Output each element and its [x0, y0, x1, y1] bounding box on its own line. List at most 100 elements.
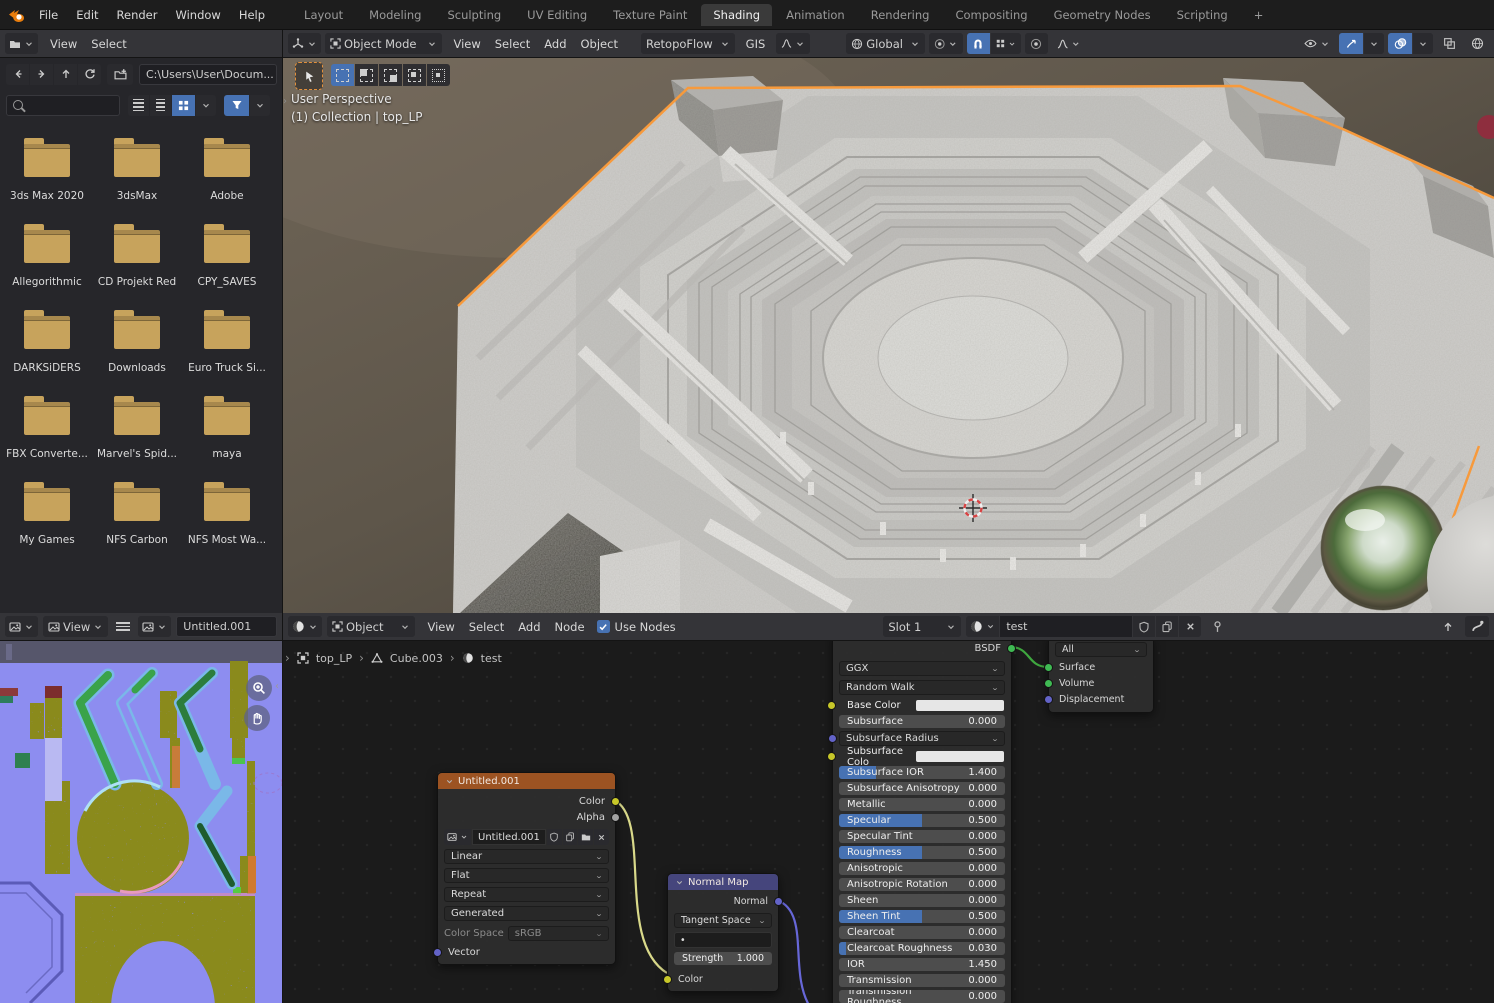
xray-toggle-button[interactable] [1437, 33, 1461, 54]
image-setting-dropdown[interactable]: Linear⌄ [444, 849, 609, 864]
bsdf-socket-base-color[interactable] [827, 701, 836, 710]
shader-type-dropdown[interactable]: Object [327, 616, 415, 637]
shader-menu-item[interactable]: Add [511, 618, 547, 636]
image-editor-canvas[interactable]: ‹ [0, 641, 282, 1003]
bsdf-row-sheen-tint[interactable]: Sheen Tint0.500 [839, 910, 1005, 923]
retopoflow-dropdown[interactable]: RetopoFlow [641, 33, 735, 54]
bsdf-row-transmission-roughness[interactable]: Transmission Roughness0.000 [839, 990, 1005, 1003]
socket-bsdf-out[interactable] [1007, 644, 1016, 653]
color-swatch[interactable] [916, 700, 1004, 711]
color-space-dropdown[interactable]: sRGB⌄ [508, 926, 609, 941]
folder-item[interactable]: maya [183, 394, 271, 460]
bsdf-row-subsurface-radius[interactable]: Subsurface Radius⌄ [839, 731, 1005, 746]
image-menu-hamburger[interactable] [113, 620, 133, 633]
filebrowser-editor-type-button[interactable] [5, 33, 38, 54]
show-gizmo-button[interactable] [1339, 33, 1363, 54]
shader-menu-item[interactable]: Node [548, 618, 592, 636]
panel-collapse-arrow[interactable]: ‹ [275, 681, 279, 692]
shader-editor-type-button[interactable] [288, 616, 322, 637]
zoom-button[interactable] [246, 675, 272, 701]
workspace-tab[interactable]: UV Editing [515, 4, 599, 26]
viewport-editor-type-button[interactable] [288, 33, 321, 54]
workspace-tab[interactable]: + [1242, 4, 1276, 26]
object-visibility-dropdown[interactable] [1299, 33, 1335, 54]
new-material-copy-button[interactable] [1156, 616, 1178, 637]
snap-settings-dropdown[interactable] [991, 33, 1021, 54]
folder-item[interactable]: 3dsMax [93, 136, 181, 202]
bsdf-row-anisotropic-rotation[interactable]: Anisotropic Rotation0.000 [839, 878, 1005, 891]
bsdf-row-subsurface-anisotropy[interactable]: Subsurface Anisotropy0.000 [839, 782, 1005, 795]
socket-vector-in[interactable] [433, 948, 442, 957]
bsdf-row-random-walk[interactable]: Random Walk⌄ [839, 680, 1005, 695]
image-setting-dropdown[interactable]: Repeat⌄ [444, 887, 609, 902]
show-overlays-button[interactable] [1388, 33, 1412, 54]
workspace-tab[interactable]: Scripting [1165, 4, 1240, 26]
workspace-tab[interactable]: Layout [292, 4, 355, 26]
workspace-tab[interactable]: Texture Paint [601, 4, 699, 26]
image-fake-user-button[interactable] [547, 829, 562, 845]
image-name-field[interactable]: Untitled.001 [176, 616, 277, 637]
output-target-dropdown[interactable]: All⌄ [1055, 642, 1147, 657]
bsdf-row-base-color[interactable]: Base Color [839, 699, 1005, 712]
select-mode-extend-button[interactable] [355, 64, 378, 86]
use-nodes-toggle[interactable]: Use Nodes [597, 620, 676, 634]
folder-item[interactable]: Euro Truck Si... [183, 308, 271, 374]
snap-toggle-button[interactable] [967, 33, 990, 54]
unlink-material-button[interactable] [1179, 616, 1201, 637]
node-normal-header[interactable]: Normal Map [668, 874, 778, 890]
filebrowser-menu-item[interactable]: View [43, 35, 84, 53]
browse-material-button[interactable] [966, 616, 999, 637]
workspace-tab[interactable]: Modeling [357, 4, 433, 26]
select-mode-invert-button[interactable] [403, 64, 426, 86]
viewport-menu-item[interactable]: Select [488, 35, 537, 53]
image-selector-button[interactable] [138, 616, 171, 637]
viewport-menu-item[interactable]: Add [537, 35, 573, 53]
bsdf-row-anisotropic[interactable]: Anisotropic0.000 [839, 862, 1005, 875]
bsdf-row-ior[interactable]: IOR1.450 [839, 958, 1005, 971]
workspace-tab[interactable]: Sculpting [435, 4, 513, 26]
topbar-menu-item[interactable]: Render [108, 5, 167, 25]
folder-item[interactable]: Adobe [183, 136, 271, 202]
bsdf-row-specular[interactable]: Specular0.500 [839, 814, 1005, 827]
topbar-menu-item[interactable]: Window [166, 5, 229, 25]
create-directory-button[interactable] [107, 64, 133, 85]
overlays-dropdown[interactable] [1413, 33, 1433, 54]
image-editor-type-button[interactable] [5, 616, 38, 637]
topbar-menu-item[interactable]: Edit [67, 5, 107, 25]
display-thumbnails-button[interactable] [172, 95, 195, 116]
bsdf-socket-subsurface-radius[interactable] [828, 734, 837, 743]
normal-space-dropdown[interactable]: Tangent Space⌄ [674, 913, 772, 928]
display-vertical-list-button[interactable] [128, 95, 149, 116]
mode-dropdown[interactable]: Object Mode [325, 33, 442, 54]
socket-color-out[interactable] [611, 797, 620, 806]
shader-menu-item[interactable]: Select [462, 618, 511, 636]
gizmo-dropdown[interactable] [1364, 33, 1384, 54]
workspace-tab[interactable]: Shading [701, 4, 772, 26]
gis-menu[interactable]: GIS [739, 35, 773, 53]
nav-back-button[interactable] [6, 64, 29, 85]
breadcrumb-object[interactable]: top_LP [316, 652, 352, 665]
proportional-editing-button[interactable] [1025, 33, 1048, 54]
select-mode-new-button[interactable] [331, 64, 354, 86]
folder-item[interactable]: CPY_SAVES [183, 222, 271, 288]
folder-item[interactable]: NFS Most Wa... [183, 480, 271, 546]
workspace-tab[interactable]: Rendering [859, 4, 942, 26]
uv-map-field[interactable]: • [674, 932, 772, 948]
image-mode-dropdown[interactable]: View [43, 616, 108, 637]
curve-tool-dropdown[interactable] [776, 33, 810, 54]
socket-color-in[interactable] [663, 975, 672, 984]
bsdf-row-subsurface[interactable]: Subsurface0.000 [839, 715, 1005, 728]
material-name-field[interactable]: test [1000, 616, 1132, 637]
workspace-tab[interactable]: Animation [774, 4, 857, 26]
material-output-socket[interactable] [1044, 695, 1053, 704]
bsdf-row-metallic[interactable]: Metallic0.000 [839, 798, 1005, 811]
folder-item[interactable]: 3ds Max 2020 [3, 136, 91, 202]
bsdf-row-transmission[interactable]: Transmission0.000 [839, 974, 1005, 987]
breadcrumb-mesh[interactable]: Cube.003 [390, 652, 443, 665]
nav-up-button[interactable] [54, 64, 77, 85]
workspace-tab[interactable]: Compositing [943, 4, 1039, 26]
bsdf-socket-subsurface-colo[interactable] [827, 752, 836, 761]
viewport-menu-item[interactable]: Object [574, 35, 625, 53]
topbar-menu-item[interactable]: File [30, 5, 67, 25]
folder-item[interactable]: Downloads [93, 308, 181, 374]
